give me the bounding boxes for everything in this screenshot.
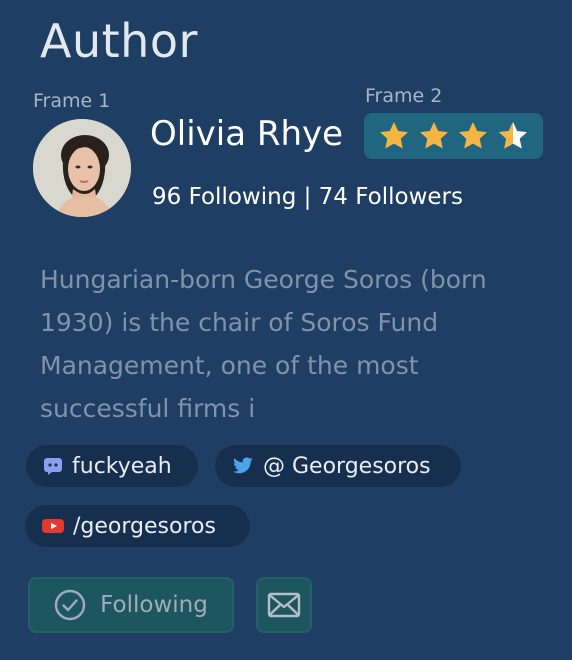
- social-chip-youtube[interactable]: /georgesoros: [25, 505, 250, 547]
- check-circle-icon: [54, 589, 86, 621]
- discord-icon: [44, 458, 62, 475]
- social-chip-label: @ Georgesoros: [263, 453, 431, 479]
- author-name[interactable]: Olivia Rhye: [150, 114, 343, 154]
- social-chip-label: fuckyeah: [72, 453, 172, 479]
- half-star-icon: [499, 122, 528, 149]
- social-chip-label: /georgesoros: [73, 513, 216, 539]
- youtube-icon: [42, 519, 64, 533]
- star-icon: [379, 122, 408, 149]
- frame-1-label: Frame 1: [33, 90, 111, 112]
- mail-icon: [267, 592, 301, 618]
- message-button[interactable]: [256, 577, 312, 633]
- social-chip-discord[interactable]: fuckyeah: [26, 445, 198, 487]
- author-bio: Hungarian-born George Soros (born 1930) …: [40, 265, 487, 423]
- star-icon: [459, 122, 488, 149]
- social-chip-twitter[interactable]: @ Georgesoros: [215, 445, 461, 487]
- following-button-label: Following: [100, 592, 208, 618]
- twitter-icon: [233, 457, 253, 474]
- avatar-image: [33, 119, 131, 217]
- star-rating: [364, 113, 543, 159]
- follow-stats: 96 Following | 74 Followers: [152, 184, 463, 210]
- star-icon: [419, 122, 448, 149]
- avatar[interactable]: [33, 119, 131, 217]
- frame-2-label: Frame 2: [365, 85, 443, 107]
- section-title: Author: [40, 14, 198, 68]
- following-button[interactable]: Following: [28, 577, 234, 633]
